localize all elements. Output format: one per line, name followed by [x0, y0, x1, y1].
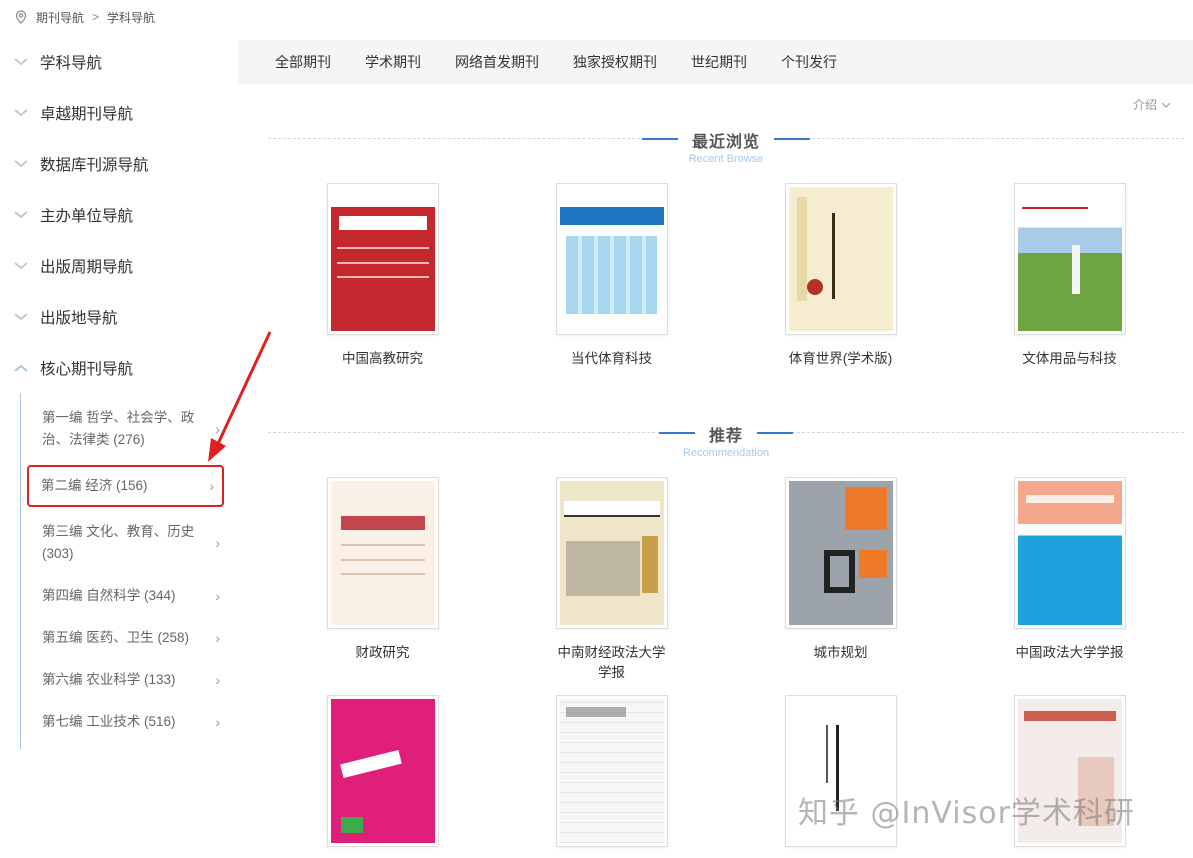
journal-cover[interactable] [784, 477, 897, 629]
subnav-label: 第六编 农业科学 (133) [42, 672, 176, 687]
subnav-item-4[interactable]: 第四编 自然科学 (344) › [21, 575, 228, 617]
core-subnav: 第一编 哲学、社会学、政治、法律类 (276) › 第二编 经济 (156) ›… [20, 393, 228, 749]
journal-card[interactable]: 体育世界(学术版) [726, 183, 955, 369]
journal-card[interactable]: 中国高教研究 [268, 183, 497, 369]
nav-item-label: 卓越期刊导航 [40, 105, 134, 123]
subnav-item-1[interactable]: 第一编 哲学、社会学、政治、法律类 (276) › [21, 397, 228, 461]
journal-card[interactable]: 财政研究 [268, 477, 497, 683]
journal-cover[interactable] [1013, 183, 1126, 335]
journal-card[interactable] [726, 695, 955, 858]
nav-item-core[interactable]: 核心期刊导航 [0, 342, 228, 393]
intro-toggle[interactable]: 介绍 [1133, 96, 1171, 113]
subnav-label: 第七编 工业技术 (516) [42, 714, 176, 729]
journal-title[interactable]: 中南财经政法大学学报 [552, 643, 672, 683]
sidebar-nav: 学科导航 卓越期刊导航 数据库刊源导航 主办单位导航 出版周期导航 出版地导航 … [0, 36, 228, 749]
nav-item-label: 学科导航 [40, 54, 103, 72]
chevron-right-icon: › [215, 535, 220, 551]
journal-cover[interactable] [555, 477, 668, 629]
intro-label: 介绍 [1132, 98, 1157, 112]
journal-card[interactable]: 中南财经政法大学学报 [497, 477, 726, 683]
chevron-right-icon: › [215, 588, 220, 604]
tab-single-issue[interactable]: 个刊发行 [781, 52, 837, 72]
subnav-item-7[interactable]: 第七编 工业技术 (516) › [21, 701, 228, 743]
chevron-right-icon: › [215, 714, 220, 730]
subnav-label: 第四编 自然科学 (344) [42, 588, 176, 603]
recommend-journal-grid: 财政研究 中南财经政法大学学报 城市规划 中国政法大学学报 [268, 477, 1184, 683]
watermark: 知乎 @InVisor学术科研 [798, 796, 1135, 831]
chevron-down-icon [14, 210, 28, 220]
journal-cover[interactable] [784, 183, 897, 335]
breadcrumb-separator: > [92, 10, 100, 24]
subnav-label: 第五编 医药、卫生 (258) [42, 630, 190, 645]
chevron-down-icon [14, 159, 28, 169]
nav-item-label: 主办单位导航 [40, 207, 134, 225]
nav-item-location[interactable]: 出版地导航 [0, 291, 228, 342]
nav-item-sponsor[interactable]: 主办单位导航 [0, 189, 228, 240]
journal-card[interactable] [497, 695, 726, 858]
journal-title[interactable]: 中国政法大学学报 [1010, 643, 1130, 663]
nav-item-label: 出版周期导航 [40, 258, 134, 276]
nav-item-label: 数据库刊源导航 [40, 156, 149, 174]
journal-title[interactable]: 文体用品与科技 [1010, 349, 1130, 369]
journal-cover[interactable] [326, 695, 439, 847]
subnav-item-3[interactable]: 第三编 文化、教育、历史 (303) › [21, 511, 228, 575]
section-title: 最近浏览 [691, 134, 760, 151]
subnav-label: 第一编 哲学、社会学、政治、法律类 (276) [42, 410, 195, 447]
nav-item-label: 核心期刊导航 [40, 360, 134, 378]
recommend-journal-grid-row3 [268, 695, 1184, 858]
tab-exclusive[interactable]: 独家授权期刊 [573, 52, 657, 72]
journal-card[interactable]: 中国政法大学学报 [955, 477, 1184, 683]
chevron-down-icon [14, 312, 28, 322]
breadcrumb-link-journal-nav[interactable]: 期刊导航 [36, 9, 84, 26]
recent-section-header: 最近浏览 Recent Browse [268, 128, 1184, 165]
journal-tabs: 全部期刊 学术期刊 网络首发期刊 独家授权期刊 世纪期刊 个刊发行 [238, 40, 1193, 84]
tab-century[interactable]: 世纪期刊 [691, 52, 747, 72]
journal-card[interactable]: 当代体育科技 [497, 183, 726, 369]
tab-all[interactable]: 全部期刊 [275, 52, 331, 72]
tab-academic[interactable]: 学术期刊 [365, 52, 421, 72]
journal-cover[interactable] [1013, 477, 1126, 629]
subnav-item-2[interactable]: 第二编 经济 (156) › [27, 465, 224, 507]
chevron-up-icon [14, 363, 28, 373]
journal-card[interactable]: 文体用品与科技 [955, 183, 1184, 369]
recommend-section-header: 推荐 Recommendation [268, 422, 1184, 459]
breadcrumb-current: 学科导航 [107, 10, 156, 25]
subnav-label: 第二编 经济 (156) [41, 478, 148, 493]
section-title: 推荐 [708, 428, 743, 445]
location-pin-icon [14, 10, 28, 24]
chevron-right-icon: › [215, 672, 220, 688]
journal-title[interactable]: 城市规划 [781, 643, 901, 663]
journal-card[interactable] [268, 695, 497, 858]
chevron-right-icon: › [209, 478, 214, 494]
section-subtitle: Recommendation [682, 447, 770, 459]
journal-card[interactable]: 城市规划 [726, 477, 955, 683]
nav-item-frequency[interactable]: 出版周期导航 [0, 240, 228, 291]
journal-cover[interactable] [326, 477, 439, 629]
journal-title[interactable]: 中国高教研究 [323, 349, 443, 369]
journal-cover[interactable] [326, 183, 439, 335]
subnav-item-6[interactable]: 第六编 农业科学 (133) › [21, 659, 228, 701]
journal-title[interactable]: 财政研究 [323, 643, 443, 663]
journal-title[interactable]: 体育世界(学术版) [781, 349, 901, 369]
subnav-item-5[interactable]: 第五编 医药、卫生 (258) › [21, 617, 228, 659]
section-subtitle: Recent Browse [688, 153, 764, 165]
journal-card[interactable] [955, 695, 1184, 858]
breadcrumb: 期刊导航 > 学科导航 [14, 8, 155, 26]
chevron-down-icon [14, 57, 28, 67]
chevron-right-icon: › [215, 630, 220, 646]
journal-cover[interactable] [555, 695, 668, 847]
journal-title[interactable]: 当代体育科技 [552, 349, 672, 369]
chevron-down-icon [14, 261, 28, 271]
nav-item-label: 出版地导航 [40, 309, 118, 327]
journal-cover[interactable] [555, 183, 668, 335]
nav-item-excellent[interactable]: 卓越期刊导航 [0, 87, 228, 138]
chevron-down-icon [14, 108, 28, 118]
chevron-down-icon [1161, 98, 1171, 112]
nav-item-subject[interactable]: 学科导航 [0, 36, 228, 87]
nav-item-database[interactable]: 数据库刊源导航 [0, 138, 228, 189]
tab-online-first[interactable]: 网络首发期刊 [455, 52, 539, 72]
recent-journal-grid: 中国高教研究 当代体育科技 体育世界(学术版) 文体用品与科技 [268, 183, 1184, 369]
subnav-label: 第三编 文化、教育、历史 (303) [42, 524, 195, 561]
